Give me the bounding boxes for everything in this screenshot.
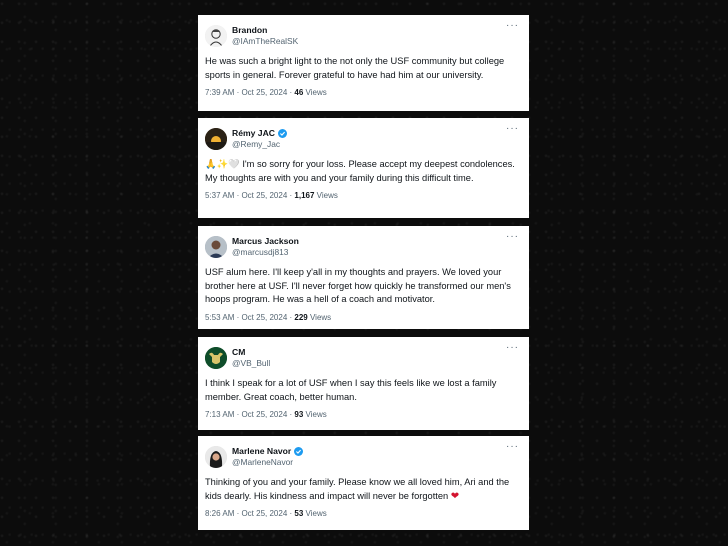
user-handle[interactable]: @Remy_Jac: [232, 139, 506, 150]
avatar-sunset-icon: [205, 128, 227, 150]
timestamp[interactable]: 5:37 AM · Oct 25, 2024 ·: [205, 191, 294, 200]
views-label: Views: [307, 312, 332, 322]
display-name[interactable]: Marlene Navor: [232, 446, 291, 457]
display-name[interactable]: Rémy JAC: [232, 128, 275, 139]
user-handle[interactable]: @MarleneNavor: [232, 457, 506, 468]
avatar-bull-logo-icon: [205, 347, 227, 369]
tweet-card-marcus-jackson[interactable]: Marcus Jackson @marcusdj813 ··· USF alum…: [198, 226, 529, 329]
tweet-card-marlene-navor[interactable]: Marlene Navor @MarleneNavor ··· Thinking…: [198, 436, 529, 530]
more-options-icon[interactable]: ···: [506, 441, 519, 452]
more-options-icon[interactable]: ···: [506, 342, 519, 353]
user-handle[interactable]: @marcusdj813: [232, 247, 506, 258]
avatar-person-icon: [205, 446, 227, 468]
tweet-meta: 7:13 AM · Oct 25, 2024 · 93 Views: [205, 410, 519, 419]
views-count: 46: [294, 88, 304, 97]
views-count: 93: [294, 410, 304, 419]
avatar[interactable]: [205, 347, 227, 369]
avatar[interactable]: [205, 128, 227, 150]
user-handle[interactable]: @VB_Bull: [232, 358, 506, 369]
red-heart-icon: ❤: [450, 490, 460, 502]
views-count: 229: [294, 312, 308, 322]
avatar[interactable]: [205, 25, 227, 47]
avatar[interactable]: [205, 446, 227, 468]
user-handle[interactable]: @IAmTheRealSK: [232, 36, 506, 47]
display-name[interactable]: Marcus Jackson: [232, 236, 299, 247]
verified-badge-icon: [278, 129, 287, 138]
tweet-text: Thinking of you and your family. Please …: [205, 476, 519, 503]
views-label: Views: [303, 88, 327, 97]
tweet-meta: 8:26 AM · Oct 25, 2024 · 53 Views: [205, 509, 519, 518]
more-options-icon[interactable]: ···: [506, 123, 519, 134]
tweet-meta: 5:37 AM · Oct 25, 2024 · 1,167 Views: [205, 191, 519, 200]
tweet-text: I think I speak for a lot of USF when I …: [205, 378, 497, 402]
tweet-text: 🙏✨🤍 I'm so sorry for your loss. Please a…: [205, 158, 519, 185]
tweet-card-brandon[interactable]: Brandon @IAmTheRealSK ··· He was such a …: [198, 15, 529, 111]
tweet-text-content: Thinking of you and your family. Please …: [205, 477, 510, 501]
tweet-card-remy-jac[interactable]: Rémy JAC @Remy_Jac ··· 🙏✨🤍 I'm so sorry …: [198, 118, 529, 218]
avatar-person-icon: [205, 236, 227, 258]
timestamp[interactable]: 8:26 AM · Oct 25, 2024 ·: [205, 509, 294, 518]
timestamp[interactable]: 7:13 AM · Oct 25, 2024 ·: [205, 410, 294, 419]
avatar-sketch-icon: [205, 25, 227, 47]
timestamp[interactable]: 7:39 AM · Oct 25, 2024 ·: [205, 88, 294, 97]
views-label: Views: [303, 509, 327, 518]
views-count: 53: [294, 509, 304, 518]
tweet-text-content: I'm so sorry for your loss. Please accep…: [205, 159, 515, 183]
timestamp[interactable]: 5:53 AM · Oct 25, 2024 ·: [205, 313, 294, 322]
views-label: Views: [314, 191, 338, 200]
views-count: 1,167: [294, 191, 315, 200]
tweet-text: He was such a bright light to the not on…: [205, 56, 505, 80]
display-name[interactable]: CM: [232, 347, 245, 358]
tweet-meta: 7:39 AM · Oct 25, 2024 · 46 Views: [205, 88, 519, 97]
views-label: Views: [303, 410, 327, 419]
tweet-meta: 5:53 AM · Oct 25, 2024 · 229 Views: [205, 313, 519, 322]
more-options-icon[interactable]: ···: [506, 231, 519, 242]
display-name[interactable]: Brandon: [232, 25, 267, 36]
tweet-card-cm[interactable]: CM @VB_Bull ··· I think I speak for a lo…: [198, 337, 529, 430]
avatar[interactable]: [205, 236, 227, 258]
tweet-text: USF alum here. I'll keep y'all in my tho…: [205, 267, 511, 304]
emoji-prayer-sparkle-heart: 🙏✨🤍: [205, 159, 240, 169]
more-options-icon[interactable]: ···: [506, 20, 519, 31]
verified-badge-icon: [294, 447, 304, 456]
